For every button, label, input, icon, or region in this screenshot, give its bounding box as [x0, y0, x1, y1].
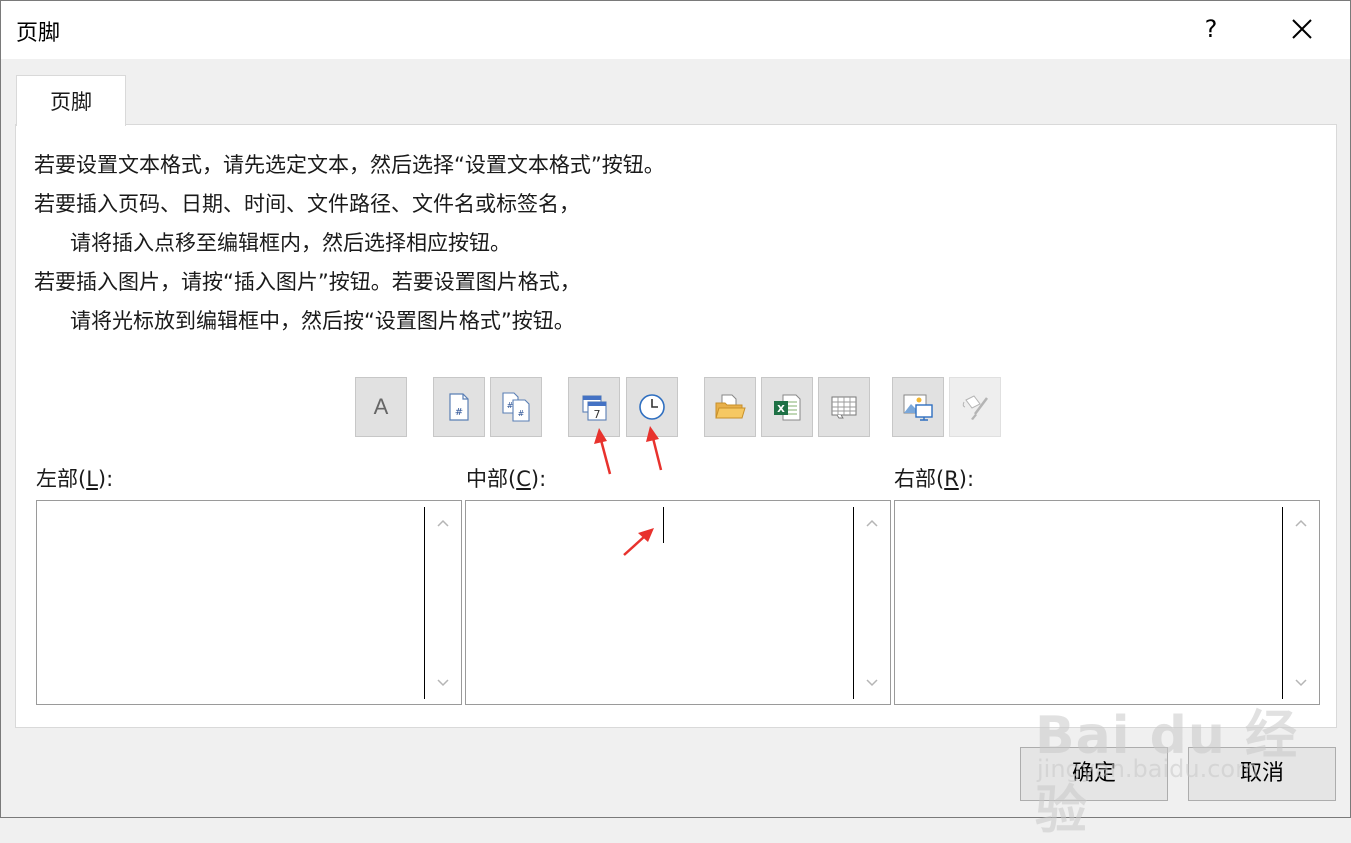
scroll-up-icon[interactable]: [864, 517, 880, 529]
footer-dialog: 页脚 ? 页脚 若要设置文本格式，请先选定文本，然后选择“设置文本格式”按钮。 …: [0, 0, 1351, 841]
left-section-editbox[interactable]: [36, 500, 462, 705]
scroll-up-icon[interactable]: [435, 517, 451, 529]
insert-picture-button[interactable]: [892, 377, 944, 437]
instruction-line-2: 若要插入页码、日期、时间、文件路径、文件名或标签名，: [34, 192, 580, 216]
center-section-scrollbar[interactable]: [853, 507, 890, 699]
close-button[interactable]: [1281, 9, 1323, 49]
format-picture-button[interactable]: [949, 377, 1001, 437]
annotation-arrow-date: [594, 428, 612, 475]
right-section-accel: R: [944, 467, 959, 491]
annotation-arrow-time: [646, 426, 663, 471]
format-text-button[interactable]: A: [355, 377, 407, 437]
svg-text:X: X: [777, 404, 785, 415]
right-section-label-suffix: ):: [958, 467, 975, 491]
time-icon: [639, 394, 665, 420]
svg-text:#: #: [518, 409, 525, 418]
insert-file-name-button[interactable]: X: [761, 377, 813, 437]
title-bar: 页脚 ?: [1, 1, 1350, 59]
center-section-accel: C: [516, 467, 531, 491]
file-name-icon: X: [774, 394, 801, 421]
text-caret: [663, 507, 664, 543]
dialog-title: 页脚: [16, 21, 61, 46]
center-section-label-suffix: ):: [530, 467, 547, 491]
format-text-icon: A: [373, 394, 389, 419]
insert-number-of-pages-button[interactable]: # #: [490, 377, 542, 437]
insert-picture-icon: [903, 394, 933, 421]
insert-sheet-name-button[interactable]: [818, 377, 870, 437]
left-section-label-suffix: ):: [97, 467, 114, 491]
sheet-name-icon: [831, 396, 857, 419]
scroll-down-icon[interactable]: [435, 677, 451, 689]
left-section-accel: L: [86, 467, 98, 491]
svg-text:7: 7: [594, 408, 601, 421]
right-section-label-prefix: 右部(: [894, 467, 945, 491]
scroll-down-icon[interactable]: [864, 677, 880, 689]
svg-text:#: #: [455, 407, 463, 418]
insert-file-path-button[interactable]: [704, 377, 756, 437]
page-number-icon: #: [449, 393, 469, 421]
cancel-button[interactable]: 取消: [1188, 747, 1336, 801]
insert-page-number-button[interactable]: #: [433, 377, 485, 437]
left-section-label: 左部(L):: [36, 463, 113, 493]
instruction-line-4: 若要插入图片，请按“插入图片”按钮。若要设置图片格式，: [34, 270, 581, 294]
help-button[interactable]: ?: [1191, 9, 1231, 49]
instruction-line-5: 请将光标放到编辑框中，然后按“设置图片格式”按钮。: [70, 309, 575, 333]
number-of-pages-icon: # #: [502, 392, 530, 422]
instruction-line-1: 若要设置文本格式，请先选定文本，然后选择“设置文本格式”按钮。: [34, 153, 665, 177]
center-section-label-prefix: 中部(: [466, 467, 517, 491]
instruction-line-3: 请将插入点移至编辑框内，然后选择相应按钮。: [70, 231, 511, 255]
scroll-up-icon[interactable]: [1293, 517, 1309, 529]
left-section-label-prefix: 左部(: [36, 467, 87, 491]
center-section-label: 中部(C):: [466, 463, 546, 493]
center-section-editbox[interactable]: [465, 500, 891, 705]
footer-tab-panel: 若要设置文本格式，请先选定文本，然后选择“设置文本格式”按钮。 若要插入页码、日…: [15, 124, 1337, 728]
annotation-arrow-caret: [623, 528, 654, 556]
ok-button[interactable]: 确定: [1020, 747, 1168, 801]
file-path-icon: [715, 394, 746, 419]
date-icon: 7: [582, 395, 607, 421]
scroll-down-icon[interactable]: [1293, 677, 1309, 689]
tab-footer[interactable]: 页脚: [16, 75, 126, 126]
right-section-scrollbar[interactable]: [1282, 507, 1319, 699]
right-section-editbox[interactable]: [894, 500, 1320, 705]
close-icon: [1292, 19, 1312, 39]
left-section-scrollbar[interactable]: [424, 507, 461, 699]
right-section-label: 右部(R):: [894, 463, 974, 493]
format-picture-icon: [962, 395, 988, 420]
